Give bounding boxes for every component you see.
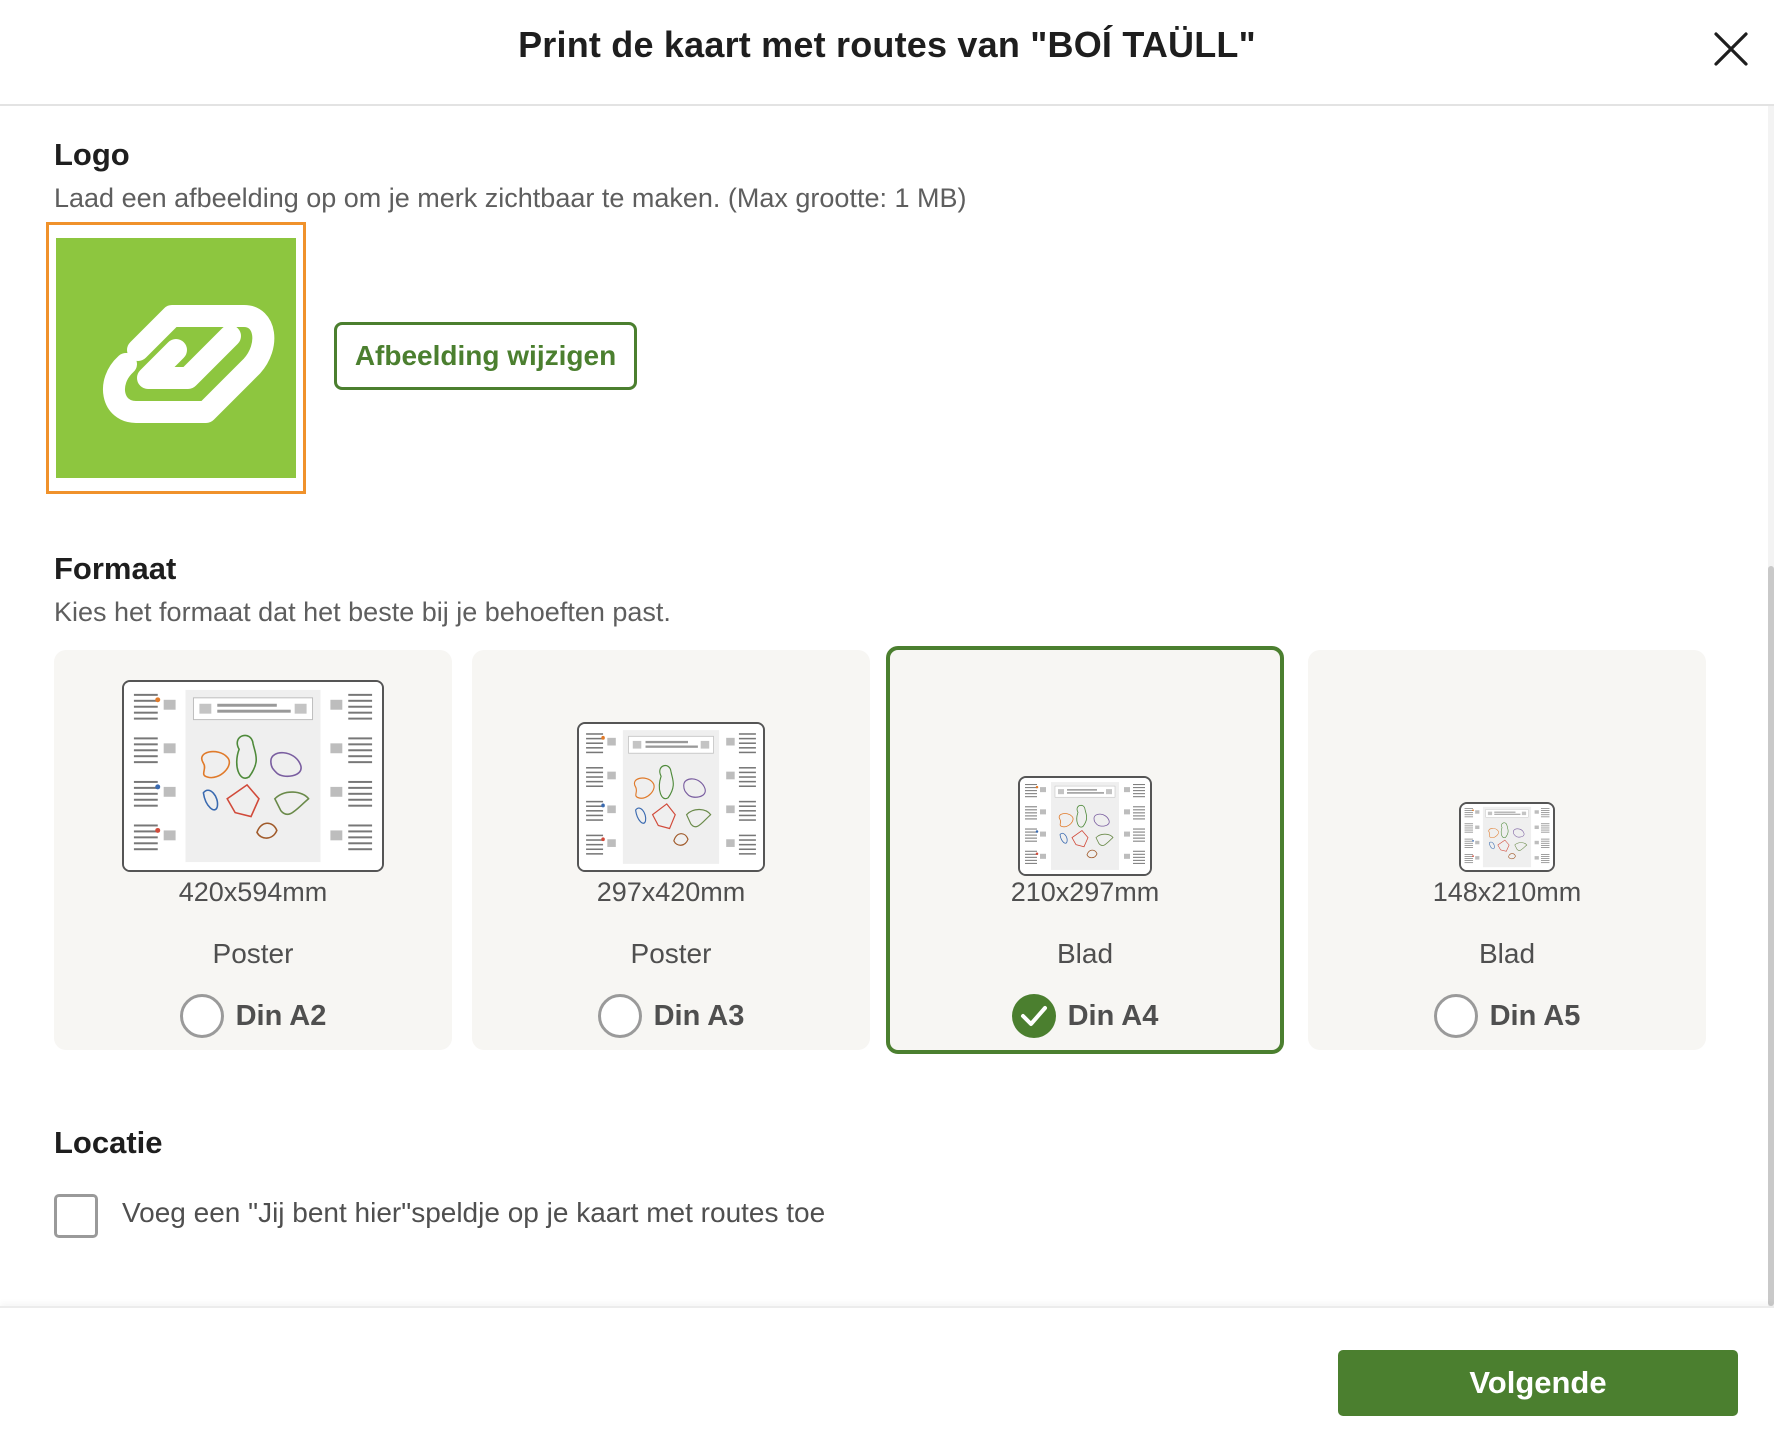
format-kind: Poster (630, 938, 712, 969)
format-thumbnail-a4 (1018, 776, 1152, 876)
location-section-title: Locatie (54, 1125, 163, 1160)
scrollbar[interactable] (1768, 106, 1774, 1306)
check-icon (1020, 1006, 1047, 1026)
format-thumbnail-a3 (577, 722, 765, 872)
format-section-title: Formaat (54, 551, 177, 586)
format-dimensions: 148x210mm (1432, 877, 1582, 907)
dialog-header: Print de kaart met routes van "BOÍ TAÜLL… (0, 0, 1774, 106)
format-dimensions: 297x420mm (596, 877, 746, 907)
format-label: Din A5 (1489, 999, 1581, 1032)
format-option-a2[interactable]: 420x594mm Poster Din A2 (54, 650, 452, 1050)
format-radio-a3[interactable] (597, 994, 642, 1038)
format-label: Din A4 (1067, 999, 1159, 1032)
format-thumbnail-a5 (1459, 802, 1555, 872)
close-button[interactable] (1706, 24, 1756, 74)
format-kind: Blad (1056, 938, 1114, 969)
format-radio-a4[interactable] (1011, 994, 1056, 1038)
location-pin-checkbox[interactable] (54, 1194, 98, 1238)
format-option-a3[interactable]: 297x420mm Poster Din A3 (472, 650, 870, 1050)
location-pin-label[interactable]: Voeg een "Jij bent hier"speldje op je ka… (122, 1197, 825, 1229)
format-label: Din A2 (235, 999, 327, 1032)
format-option-a4[interactable]: 210x297mm Blad Din A4 (886, 646, 1284, 1054)
change-image-button[interactable]: Afbeelding wijzigen (334, 322, 637, 390)
format-kind: Blad (1478, 938, 1536, 969)
format-section-description: Kies het formaat dat het beste bij je be… (54, 597, 671, 627)
logo-section-title: Logo (54, 137, 130, 172)
format-option-a5[interactable]: 148x210mm Blad Din A5 (1308, 650, 1706, 1050)
format-radio-a2[interactable] (179, 994, 224, 1038)
next-button[interactable]: Volgende (1338, 1350, 1738, 1416)
link-logo-icon (103, 305, 275, 423)
close-icon (1714, 32, 1748, 66)
format-label: Din A3 (653, 999, 745, 1032)
format-radio-a5[interactable] (1433, 994, 1478, 1038)
logo-section-description: Laad een afbeelding op om je merk zichtb… (54, 183, 967, 213)
format-dimensions: 420x594mm (178, 877, 328, 907)
format-kind: Poster (212, 938, 294, 969)
logo-preview (46, 222, 306, 494)
logo-image (56, 238, 296, 478)
format-dimensions: 210x297mm (1010, 877, 1160, 907)
dialog-title: Print de kaart met routes van "BOÍ TAÜLL… (518, 24, 1256, 65)
format-thumbnail-a2 (122, 680, 384, 872)
scrollbar-thumb[interactable] (1768, 566, 1774, 1306)
